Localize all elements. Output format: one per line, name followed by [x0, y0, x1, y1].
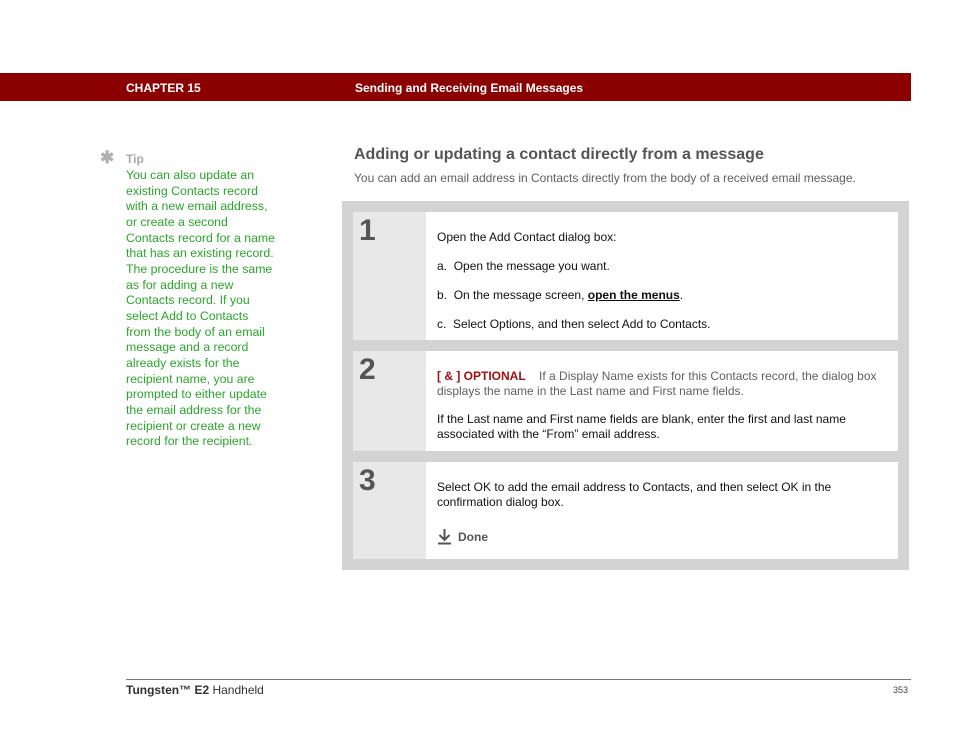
optional-note: [ & ] OPTIONAL If a Display Name exists …: [437, 369, 888, 398]
chapter-number: CHAPTER 15: [126, 81, 201, 95]
step-number: 2: [359, 353, 376, 386]
item-text: .: [679, 288, 684, 302]
done-label: Done: [458, 529, 488, 544]
item-text: On the message screen,: [453, 288, 588, 302]
product-suffix: Handheld: [209, 683, 264, 697]
optional-tag: [ & ] OPTIONAL: [437, 369, 526, 383]
step-body: Select OK to add the email address to Co…: [437, 480, 832, 509]
step-body: If the Last name and First name fields a…: [437, 412, 846, 441]
page-number: 353: [893, 685, 909, 695]
step-2: 2 [ & ] OPTIONAL If a Display Name exist…: [353, 351, 898, 451]
step-item: c. Select Options, and then select Add t…: [437, 317, 888, 332]
tip-label: Tip: [126, 152, 144, 166]
tip-body: You can also update an existing Contacts…: [126, 168, 275, 449]
step-content: Select OK to add the email address to Co…: [437, 480, 888, 545]
step-number: 3: [359, 464, 376, 497]
step-lead: Open the Add Contact dialog box:: [437, 230, 617, 244]
item-text: Select Options, and then select Add to C…: [453, 317, 711, 331]
section-intro: You can add an email address in Contacts…: [354, 171, 856, 185]
item-marker: a.: [437, 259, 448, 273]
down-arrow-icon: [437, 528, 452, 545]
chapter-header-bar: CHAPTER 15 Sending and Receiving Email M…: [0, 73, 911, 101]
item-marker: b.: [437, 288, 448, 302]
footer-product: Tungsten™ E2 Handheld: [126, 683, 264, 697]
section-title: Adding or updating a contact directly fr…: [354, 146, 764, 163]
step-content: Open the Add Contact dialog box: a. Open…: [437, 230, 888, 332]
open-the-menus-link[interactable]: open the menus: [588, 288, 680, 302]
done-indicator: Done: [437, 528, 888, 545]
step-3: 3 Select OK to add the email address to …: [353, 462, 898, 559]
step-number-column: 1: [353, 212, 426, 340]
step-1: 1 Open the Add Contact dialog box: a. Op…: [353, 212, 898, 340]
product-name: Tungsten™ E2: [126, 683, 210, 697]
step-number: 1: [359, 214, 376, 247]
item-text: Open the message you want.: [453, 259, 610, 273]
step-item: b. On the message screen, open the menus…: [437, 288, 888, 303]
step-number-column: 3: [353, 462, 426, 559]
asterisk-icon: ✱: [100, 148, 115, 167]
footer-divider: [126, 679, 911, 680]
chapter-title: Sending and Receiving Email Messages: [355, 81, 584, 95]
step-content: [ & ] OPTIONAL If a Display Name exists …: [437, 369, 888, 441]
step-number-column: 2: [353, 351, 426, 451]
steps-panel: 1 Open the Add Contact dialog box: a. Op…: [342, 201, 909, 570]
step-item: a. Open the message you want.: [437, 259, 888, 274]
item-marker: c.: [437, 317, 447, 331]
